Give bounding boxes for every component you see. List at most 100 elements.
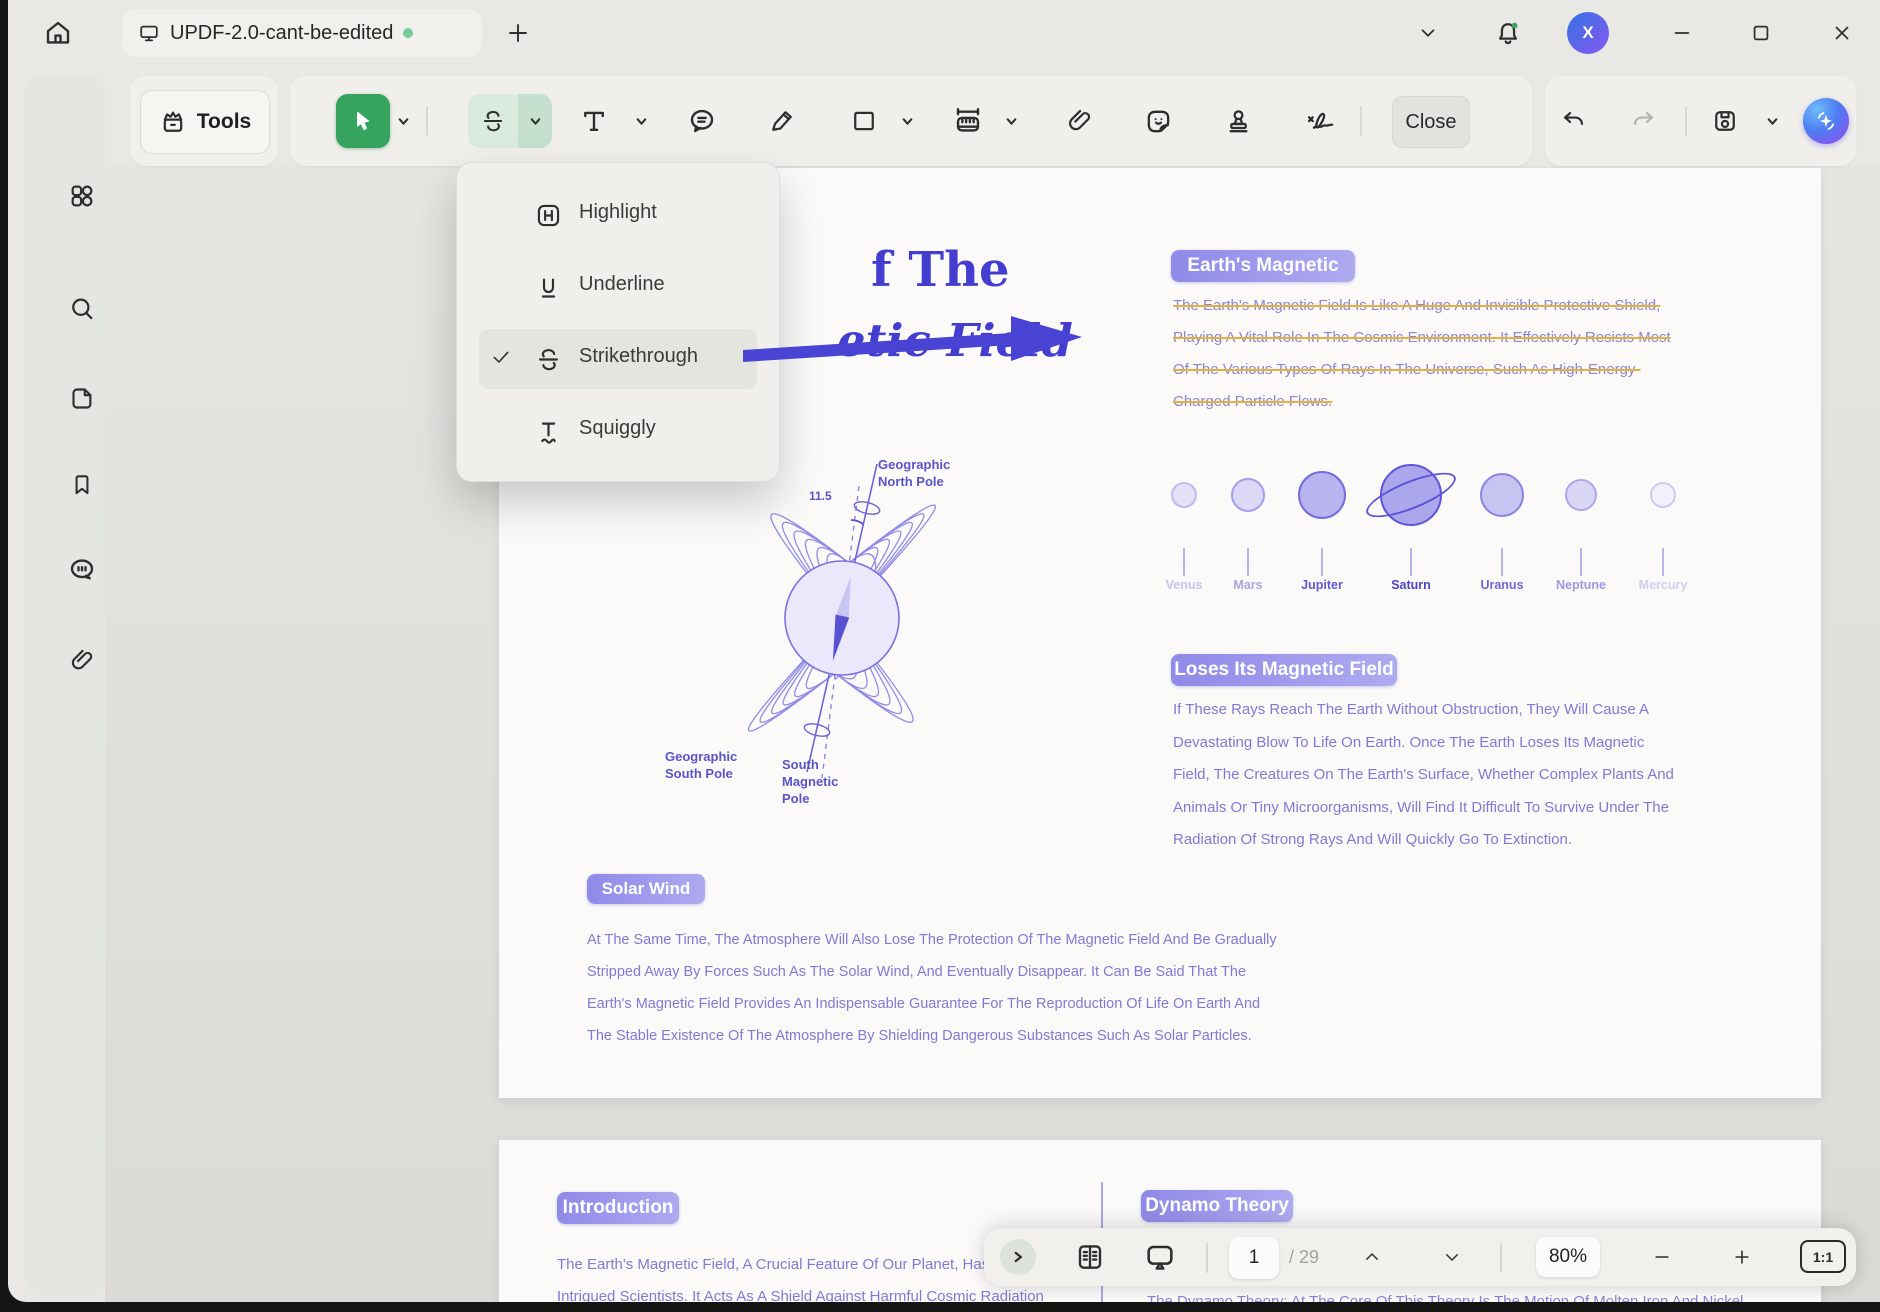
sidebar-item-grid[interactable] <box>56 170 108 222</box>
unsaved-dot <box>403 28 414 38</box>
section-badge-solar-wind: Solar Wind <box>587 874 705 904</box>
sticker-tool-button[interactable] <box>1136 96 1180 146</box>
signature-tool-button[interactable] <box>1296 96 1344 146</box>
measure-tool-dropdown[interactable] <box>1000 108 1022 134</box>
menu-item-squiggly[interactable]: Squiggly <box>457 399 779 463</box>
text-line: Earth's Magnetic Field Provides An Indis… <box>587 996 1261 1012</box>
avatar[interactable]: X <box>1567 12 1609 54</box>
page-navigation-bar: / 29 80% 1:1 <box>984 1228 1856 1286</box>
page-number-input[interactable] <box>1229 1237 1279 1279</box>
text-line: Field, The Creatures On The Earth's Surf… <box>1173 766 1674 783</box>
underline-icon <box>535 274 562 306</box>
minimize-icon <box>1674 32 1690 34</box>
plus-icon <box>509 24 527 42</box>
comment-tool-button[interactable] <box>680 96 724 146</box>
monitor-icon <box>140 25 158 42</box>
planet-tick <box>1410 548 1412 576</box>
attach-tool-button[interactable] <box>1058 96 1102 146</box>
chevron-right-icon <box>1014 1251 1023 1263</box>
planet-venus <box>1171 482 1197 508</box>
toolbar-divider <box>1685 106 1687 136</box>
document-tab[interactable]: UPDF-2.0-cant-be-edited <box>122 9 482 57</box>
minimize-button[interactable] <box>1664 15 1700 51</box>
planet-jupiter <box>1298 471 1346 519</box>
text-tool-dropdown[interactable] <box>630 108 652 134</box>
select-tool-dropdown[interactable] <box>392 108 414 134</box>
struck-line: Of The Various Types Of Rays In The Univ… <box>1173 361 1641 378</box>
text-tool-button[interactable] <box>572 96 616 146</box>
ai-assistant-button[interactable] <box>1803 98 1849 144</box>
strikethrough-tool-button[interactable] <box>468 94 518 148</box>
planet-label: Uranus <box>1480 578 1524 592</box>
planet-tick <box>1662 548 1664 576</box>
planet-label: Mercury <box>1638 578 1688 592</box>
notification-dot <box>1511 22 1518 29</box>
menu-item-label: Squiggly <box>579 417 656 439</box>
undo-button[interactable] <box>1553 98 1593 144</box>
measure-tool-button[interactable] <box>946 96 990 146</box>
strikethrough-icon <box>535 346 562 378</box>
app-window: UPDF-2.0-cant-be-edited X f The Earth's … <box>8 0 1880 1302</box>
search-icon <box>72 298 93 320</box>
pen-tool-button[interactable] <box>760 96 804 146</box>
close-window-button[interactable] <box>1824 15 1860 51</box>
tools-panel: Tools <box>130 76 278 166</box>
zoom-in-button[interactable] <box>1722 1228 1762 1286</box>
notifications-button[interactable] <box>1489 13 1527 53</box>
next-page-button[interactable] <box>1432 1228 1472 1286</box>
chevron-down-icon <box>1446 1254 1458 1261</box>
zoom-level-display[interactable]: 80% <box>1536 1237 1600 1277</box>
stamp-tool-button[interactable] <box>1216 96 1260 146</box>
text-line: The Stable Existence Of The Atmosphere B… <box>587 1028 1252 1044</box>
menu-item-highlight[interactable]: Highlight <box>457 183 779 247</box>
tools-button[interactable]: Tools <box>140 90 270 154</box>
sidebar-item-pages[interactable] <box>56 372 108 424</box>
chevron-up-icon <box>1366 1253 1378 1260</box>
check-icon <box>491 347 511 372</box>
sidebar-item-search[interactable] <box>56 283 108 335</box>
expand-panel-button[interactable] <box>998 1228 1038 1286</box>
chevron-down-icon <box>636 117 646 125</box>
struck-line: Charged Particle Flows. <box>1173 393 1333 410</box>
shape-tool-dropdown[interactable] <box>896 108 918 134</box>
sidebar-item-attachments[interactable] <box>56 634 108 686</box>
titlebar-expand-button[interactable] <box>1410 15 1446 51</box>
select-tool-button[interactable] <box>336 94 390 148</box>
sidebar-item-bookmarks[interactable] <box>56 459 108 511</box>
presentation-mode-button[interactable] <box>1136 1228 1184 1286</box>
shape-tool-button[interactable] <box>842 96 886 146</box>
page-icon <box>71 387 91 409</box>
dynamo-paragraph: The Dynamo Theory: At The Core Of This T… <box>1147 1286 1807 1302</box>
menu-item-underline[interactable]: Underline <box>457 255 779 319</box>
zoom-out-button[interactable] <box>1642 1228 1682 1286</box>
stamp-icon <box>1228 109 1248 132</box>
text-line: Stripped Away By Forces Such As The Sola… <box>587 964 1247 980</box>
strikethrough-tool-dropdown[interactable] <box>518 94 552 148</box>
close-tools-button[interactable]: Close <box>1392 96 1470 148</box>
struck-line: Playing A Vital Role In The Cosmic Envir… <box>1173 329 1671 346</box>
left-sidebar <box>25 74 105 1296</box>
section-badge-introduction: Introduction <box>557 1192 679 1224</box>
previous-page-button[interactable] <box>1352 1228 1392 1286</box>
menu-item-label: Underline <box>579 273 665 295</box>
avatar-letter: X <box>1582 23 1594 42</box>
ruler-icon <box>956 107 980 132</box>
chevron-down-icon <box>1767 117 1777 125</box>
home-button[interactable] <box>38 13 78 53</box>
undo-icon <box>1563 111 1583 125</box>
annotation-toolbar: Close <box>290 76 1532 166</box>
two-page-view-button[interactable] <box>1068 1228 1112 1286</box>
text-line: If These Rays Reach The Earth Without Ob… <box>1173 701 1650 718</box>
toolbar-divider <box>1360 106 1362 136</box>
actual-size-button[interactable]: 1:1 <box>1800 1240 1846 1273</box>
save-button[interactable] <box>1703 98 1747 144</box>
redo-button[interactable] <box>1623 98 1663 144</box>
save-dropdown[interactable] <box>1761 108 1783 134</box>
book-spread-icon <box>1078 1245 1102 1269</box>
label-tilt-angle: 11.5 <box>809 489 832 503</box>
minus-icon <box>1655 1256 1669 1258</box>
sidebar-item-comments[interactable] <box>56 544 108 596</box>
new-tab-button[interactable] <box>498 13 538 53</box>
cursor-icon <box>357 111 370 131</box>
maximize-button[interactable] <box>1743 15 1779 51</box>
